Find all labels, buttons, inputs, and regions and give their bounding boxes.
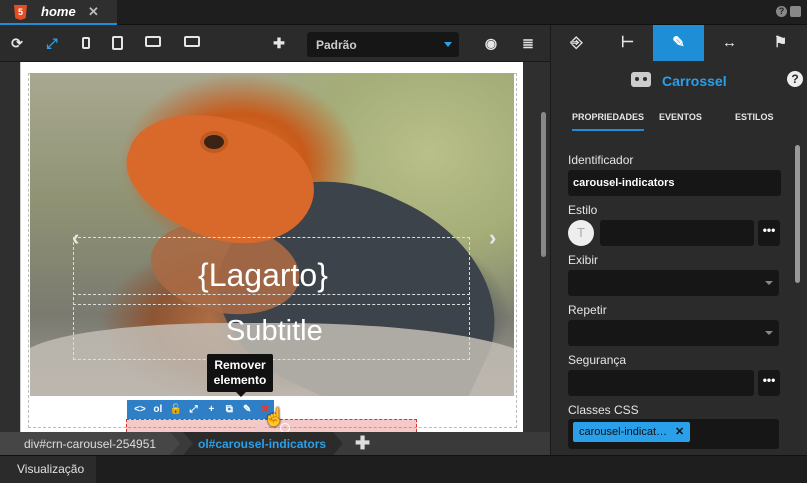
copy-icon[interactable]: ⧉ <box>220 404 238 415</box>
caption-subtitle[interactable]: Subtitle <box>226 315 323 348</box>
tab-estilos[interactable]: ESTILOS <box>735 112 774 122</box>
canvas-scrollbar[interactable] <box>541 112 546 257</box>
caption-title-outline <box>73 294 470 305</box>
code-icon[interactable]: <> <box>131 404 149 415</box>
seguranca-field[interactable] <box>568 370 754 396</box>
document-tab-bar: 5 home ✕ ? <box>0 0 807 25</box>
style-select[interactable]: Padrão <box>307 32 459 57</box>
design-canvas: ‹ › {Lagarto} Subtitle Remover elemento … <box>0 62 550 447</box>
magic-wand-icon[interactable]: ✎ <box>238 404 256 415</box>
exibir-select[interactable] <box>568 270 779 296</box>
chevron-down-icon <box>444 42 452 47</box>
ol-tag-label[interactable]: ol <box>149 404 167 415</box>
move-icon[interactable]: ⤢ <box>185 404 203 415</box>
monitor-icon[interactable] <box>184 36 200 47</box>
breadcrumb-label: div#crn-carousel-254951 <box>24 437 157 451</box>
tab-visualizacao[interactable]: Visualização <box>0 456 96 483</box>
tab-eventos[interactable]: EVENTOS <box>659 112 702 122</box>
tooltip-remove-element: Remover elemento <box>207 354 273 397</box>
style-select-value: Padrão <box>316 38 357 52</box>
carousel-icon <box>631 72 651 87</box>
breadcrumb-label: ol#carousel-indicators <box>198 437 327 451</box>
tablet-icon[interactable] <box>112 36 123 50</box>
breadcrumb: div#crn-carousel-254951 ol#carousel-indi… <box>0 432 550 455</box>
chevron-down-icon <box>765 331 773 335</box>
component-header: Carrossel ? <box>551 69 807 93</box>
bottom-bar: Visualização <box>0 455 807 483</box>
component-name: Carrossel <box>662 73 727 89</box>
tooltip-line-1: Remover <box>214 358 266 372</box>
css-class-chip[interactable]: carousel-indicat… ✕ <box>573 422 691 442</box>
breadcrumb-add-icon[interactable]: ✚ <box>355 433 370 454</box>
identificador-field[interactable]: carousel-indicators <box>568 170 781 196</box>
phone-icon[interactable] <box>82 37 90 49</box>
chevron-down-icon <box>765 281 773 285</box>
editor-toolbar: ⟳ ⤢ ✚ Padrão ◉ ≣ <box>0 25 550 62</box>
tab-code-icon[interactable]: ⚑ <box>755 25 806 61</box>
window-controls: ? <box>776 6 801 17</box>
tab-edit-icon[interactable]: ✎ <box>653 25 704 61</box>
tab-insert-icon[interactable]: ⎆ <box>551 25 602 61</box>
tab-home[interactable]: 5 home ✕ <box>0 0 117 25</box>
expand-icon[interactable]: ⤢ <box>44 35 60 51</box>
breadcrumb-item-ol[interactable]: ol#carousel-indicators <box>183 432 343 455</box>
repetir-select[interactable] <box>568 320 779 346</box>
panel-scrollbar[interactable] <box>795 145 800 283</box>
exibir-label: Exibir <box>568 253 599 267</box>
seguranca-more-button[interactable]: ••• <box>758 370 780 396</box>
tab-propriedades[interactable]: PROPRIEDADES <box>572 112 645 131</box>
breadcrumb-item-div[interactable]: div#crn-carousel-254951 <box>0 432 180 455</box>
carousel-next-icon[interactable]: › <box>489 225 496 251</box>
help-circle-icon[interactable]: ? <box>776 6 787 17</box>
classes-css-label: Classes CSS <box>568 403 639 417</box>
tooltip-line-2: elemento <box>213 373 267 387</box>
chip-close-icon[interactable]: ✕ <box>675 426 684 438</box>
visibility-icon[interactable]: ◉ <box>483 35 499 51</box>
seguranca-label: Segurança <box>568 353 627 367</box>
identificador-label: Identificador <box>568 153 634 167</box>
estilo-more-button[interactable]: ••• <box>758 220 780 246</box>
estilo-field[interactable] <box>600 220 754 246</box>
refresh-icon[interactable]: ⟳ <box>9 35 25 51</box>
panel-subtabs: PROPRIEDADES EVENTOS ESTILOS <box>551 107 807 131</box>
estilo-label: Estilo <box>568 203 598 217</box>
tab-resize-icon[interactable]: ↔ <box>704 25 755 61</box>
text-style-icon[interactable]: T <box>568 220 594 246</box>
lizard-eye <box>200 131 228 153</box>
properties-panel: ⎆ ⊢ ✎ ↔ ⚑ Carrossel ? PROPRIEDADES EVENT… <box>550 25 807 455</box>
tab-tree-icon[interactable]: ⊢ <box>602 25 653 61</box>
tab-close-icon[interactable]: ✕ <box>88 4 99 20</box>
hand-cursor-icon: ☝ <box>263 407 286 427</box>
element-toolbar: <> ol 🔓 ⤢ + ⧉ ✎ ✖ <box>127 400 274 419</box>
desktop-icon[interactable] <box>145 36 161 47</box>
maximize-icon[interactable] <box>790 6 801 17</box>
help-icon[interactable]: ? <box>787 71 803 87</box>
caption-title[interactable]: {Lagarto} <box>198 257 328 294</box>
repetir-label: Repetir <box>568 303 607 317</box>
panel-tabs: ⎆ ⊢ ✎ ↔ ⚑ <box>551 25 807 61</box>
chip-label: carousel-indicat… <box>579 426 668 438</box>
database-icon[interactable]: ≣ <box>520 35 536 51</box>
add-icon[interactable]: ✚ <box>271 35 287 51</box>
html5-icon: 5 <box>14 5 27 20</box>
add-child-icon[interactable]: + <box>203 404 221 415</box>
tab-title: home <box>41 4 76 19</box>
unlock-icon[interactable]: 🔓 <box>167 404 185 415</box>
tab-label: Visualização <box>17 462 85 476</box>
